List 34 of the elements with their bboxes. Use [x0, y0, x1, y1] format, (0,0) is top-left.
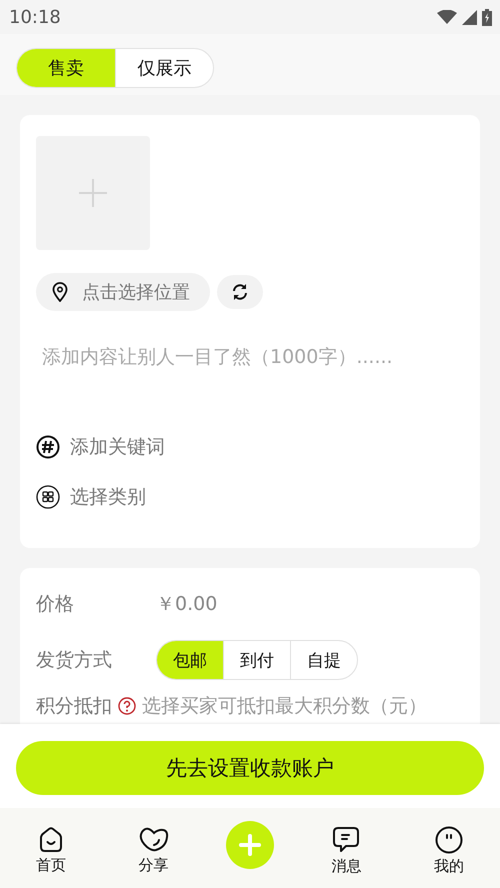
shipping-label: 发货方式	[36, 648, 113, 673]
mode-tab[interactable]: 售卖	[17, 49, 115, 87]
nav-tab[interactable]: 消息	[316, 826, 376, 876]
grid-icon	[36, 485, 60, 509]
refresh-button[interactable]	[217, 275, 263, 309]
plus-icon	[238, 834, 261, 856]
nav-tab[interactable]: 首页	[21, 827, 82, 875]
help-icon[interactable]	[118, 697, 136, 715]
price-label: 价格	[36, 592, 75, 617]
add-keyword-button[interactable]: 添加关键词	[36, 433, 165, 461]
signal-icon	[462, 10, 477, 24]
points-label: 积分抵扣	[36, 694, 112, 719]
battery-icon	[482, 8, 492, 26]
nav-tab[interactable]: 分享	[124, 827, 184, 875]
shipping-option[interactable]: 到付	[223, 641, 290, 679]
shipping-option[interactable]: 自提	[290, 641, 357, 679]
shipping-option[interactable]: 包邮	[157, 641, 223, 679]
hashtag-icon	[36, 435, 60, 459]
wifi-icon	[437, 10, 457, 24]
mode-tab[interactable]: 仅展示	[115, 49, 213, 87]
select-category-button[interactable]: 选择类别	[36, 483, 146, 511]
nav-tab[interactable]: 我的	[418, 826, 479, 876]
plus-icon	[79, 179, 107, 207]
smiley-icon	[434, 826, 463, 854]
location-button[interactable]: 点击选择位置	[36, 273, 210, 311]
chat-bubble-icon	[332, 826, 360, 854]
heart-icon	[138, 827, 169, 853]
price-value[interactable]: ￥0.00	[156, 591, 218, 617]
description-field[interactable]: 添加内容让别人一目了然（1000字）......	[36, 344, 462, 428]
location-pin-icon	[52, 282, 68, 302]
setup-account-button[interactable]: 先去设置收款账户	[16, 741, 484, 795]
status-time: 10:18	[9, 6, 61, 28]
refresh-icon	[231, 283, 249, 301]
home-icon	[38, 827, 64, 853]
